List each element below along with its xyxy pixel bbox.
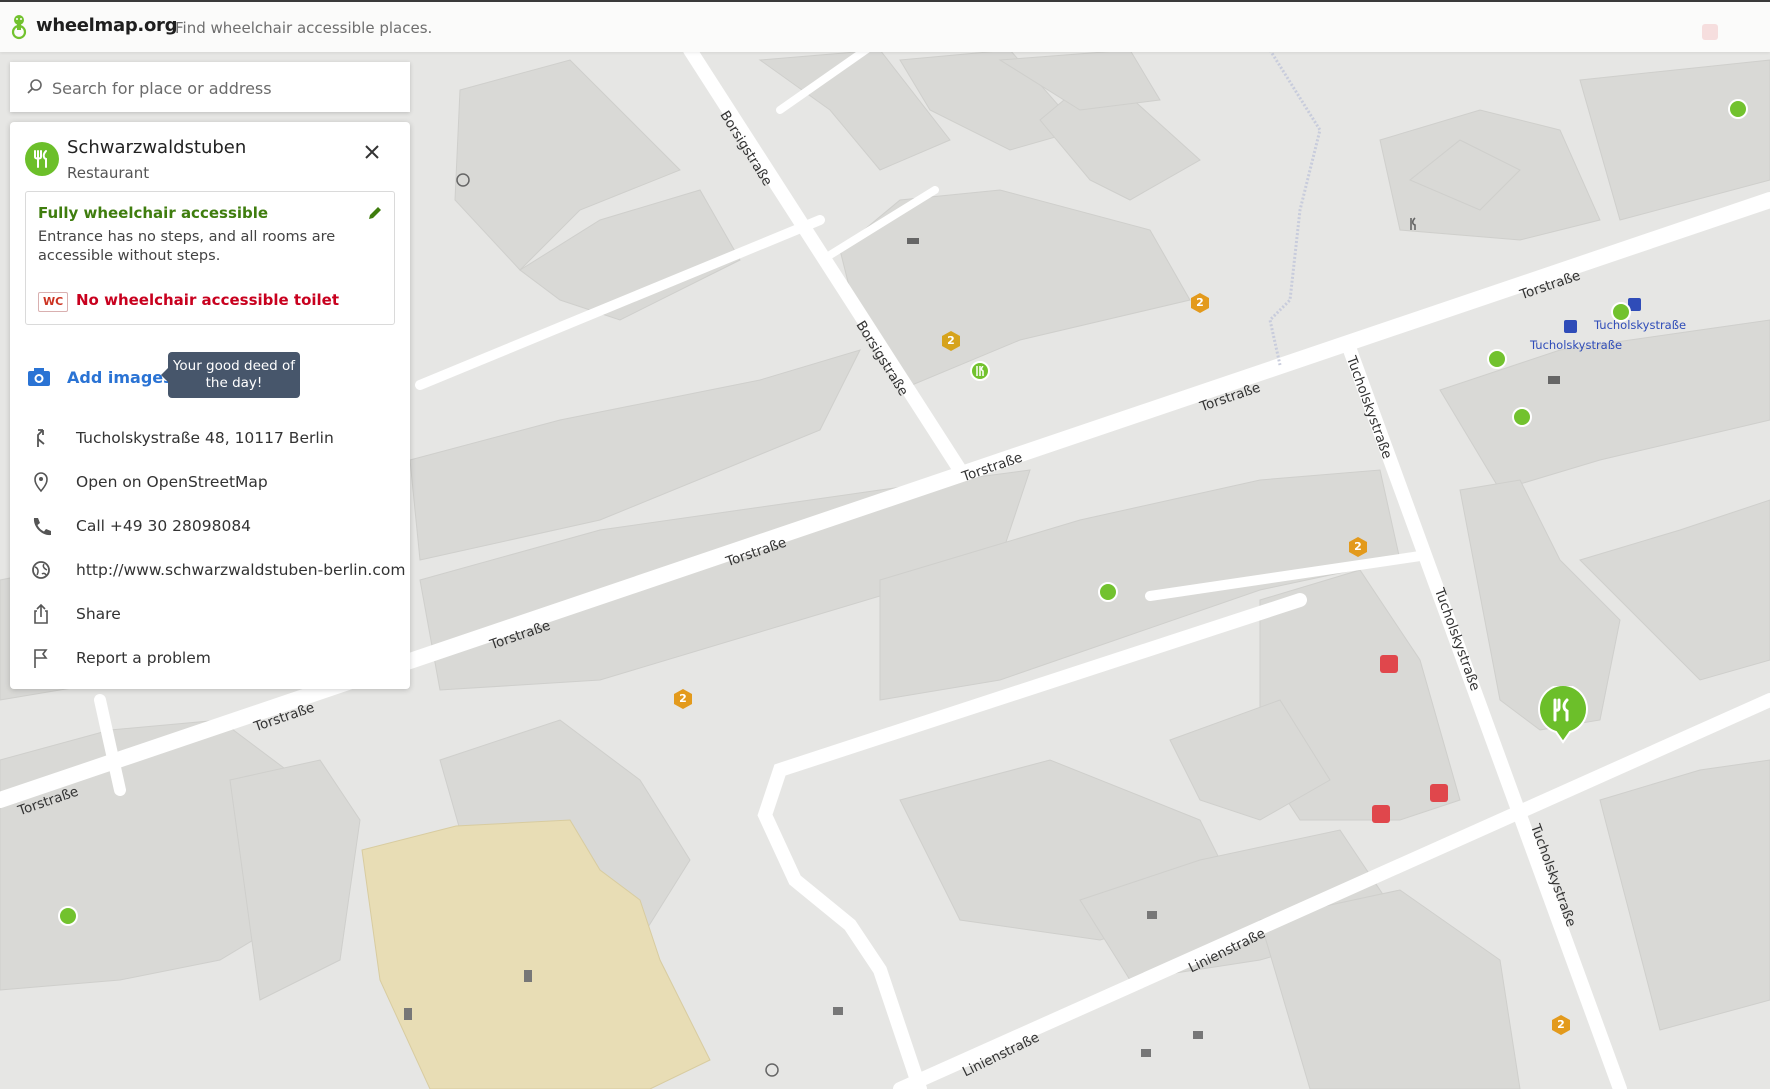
notification-icon[interactable] bbox=[1702, 24, 1718, 40]
close-button[interactable] bbox=[360, 140, 384, 164]
bicycle-marker[interactable] bbox=[1487, 349, 1507, 369]
place-details-panel: Schwarzwaldstuben Restaurant Fully wheel… bbox=[10, 122, 410, 689]
close-icon bbox=[365, 145, 379, 159]
museum-icon[interactable] bbox=[830, 1002, 846, 1018]
restaurant-marker[interactable] bbox=[970, 361, 990, 381]
place-category: Restaurant bbox=[67, 164, 150, 182]
website-row[interactable]: http://www.schwarzwaldstuben-berlin.com bbox=[30, 555, 405, 585]
toilet-status: No wheelchair accessible toilet bbox=[76, 291, 340, 309]
shop-marker[interactable] bbox=[1098, 582, 1118, 602]
report-row[interactable]: Report a problem bbox=[30, 643, 211, 673]
cluster-marker[interactable]: 2 bbox=[1550, 1014, 1572, 1036]
accessibility-description: Entrance has no steps, and all rooms are… bbox=[38, 229, 336, 264]
restaurant-unknown-icon[interactable] bbox=[1406, 216, 1422, 232]
address-text: Tucholskystraße 48, 10117 Berlin bbox=[76, 429, 334, 447]
website-text: http://www.schwarzwaldstuben-berlin.com bbox=[76, 561, 406, 579]
flag-icon bbox=[34, 649, 48, 668]
report-text: Report a problem bbox=[76, 649, 211, 667]
accessibility-box: Fully wheelchair accessible Entrance has… bbox=[25, 191, 395, 325]
accessibility-title: Fully wheelchair accessible bbox=[38, 204, 269, 222]
add-images-label: Add images bbox=[67, 367, 173, 387]
library-marker[interactable] bbox=[1380, 655, 1398, 673]
museum-icon[interactable] bbox=[1190, 1026, 1206, 1042]
search-box bbox=[10, 62, 410, 112]
share-text: Share bbox=[76, 605, 121, 623]
hotel-icon[interactable] bbox=[905, 232, 921, 248]
sport-icon[interactable] bbox=[764, 1062, 780, 1078]
pencil-icon[interactable] bbox=[366, 204, 384, 222]
bank-icon[interactable] bbox=[1546, 372, 1562, 388]
phone-icon bbox=[33, 518, 51, 536]
address-row[interactable]: Tucholskystraße 48, 10117 Berlin bbox=[30, 423, 334, 453]
camera-icon bbox=[28, 368, 50, 386]
sport-icon[interactable] bbox=[455, 172, 471, 188]
logo-text[interactable]: wheelmap.org bbox=[36, 15, 177, 36]
search-icon bbox=[27, 79, 42, 94]
phone-text: Call +49 30 28098084 bbox=[76, 517, 252, 535]
bus-marker[interactable] bbox=[1611, 302, 1631, 322]
share-row[interactable]: Share bbox=[30, 599, 121, 629]
bicycle-marker[interactable] bbox=[58, 906, 78, 926]
share-icon bbox=[34, 603, 48, 624]
wheelmap-logo-icon[interactable] bbox=[8, 14, 30, 40]
transit-stop-label[interactable]: Tucholskystraße bbox=[1530, 338, 1622, 352]
restaurant-icon bbox=[25, 142, 59, 176]
restaurant-marker-red[interactable] bbox=[1430, 784, 1448, 802]
search-input[interactable] bbox=[50, 75, 394, 101]
toilets-marker[interactable] bbox=[1512, 407, 1532, 427]
cluster-marker[interactable]: 2 bbox=[672, 688, 694, 710]
osm-link-row[interactable]: Open on OpenStreetMap bbox=[30, 467, 268, 497]
globe-icon bbox=[32, 561, 50, 579]
selected-restaurant-marker[interactable] bbox=[1538, 686, 1588, 744]
cluster-marker[interactable]: 2 bbox=[1189, 292, 1211, 314]
shop-marker[interactable] bbox=[1728, 99, 1748, 119]
add-images-button[interactable]: Add images bbox=[27, 362, 173, 392]
phone-row[interactable]: Call +49 30 28098084 bbox=[30, 511, 251, 541]
cluster-marker[interactable]: 2 bbox=[940, 330, 962, 352]
tagline: Find wheelchair accessible places. bbox=[175, 19, 433, 37]
bus-stop-icon[interactable] bbox=[1564, 320, 1577, 333]
museum-icon[interactable] bbox=[1138, 1044, 1154, 1060]
directions-icon bbox=[37, 429, 45, 447]
museum-icon[interactable] bbox=[1144, 906, 1160, 922]
transit-stop-label[interactable]: Tucholskystraße bbox=[1594, 318, 1686, 332]
building-icon[interactable] bbox=[520, 968, 536, 984]
good-deed-tooltip: Your good deed of the day! bbox=[161, 352, 300, 398]
place-name: Schwarzwaldstuben bbox=[67, 137, 247, 158]
wc-badge: WC bbox=[38, 292, 69, 312]
top-bar: wheelmap.org Find wheelchair accessible … bbox=[0, 0, 1770, 52]
theatre-marker[interactable] bbox=[1372, 805, 1390, 823]
map-pin-icon bbox=[34, 472, 48, 493]
cluster-marker[interactable]: 2 bbox=[1347, 536, 1369, 558]
building-icon[interactable] bbox=[400, 1006, 416, 1022]
osm-link-text: Open on OpenStreetMap bbox=[76, 473, 268, 491]
